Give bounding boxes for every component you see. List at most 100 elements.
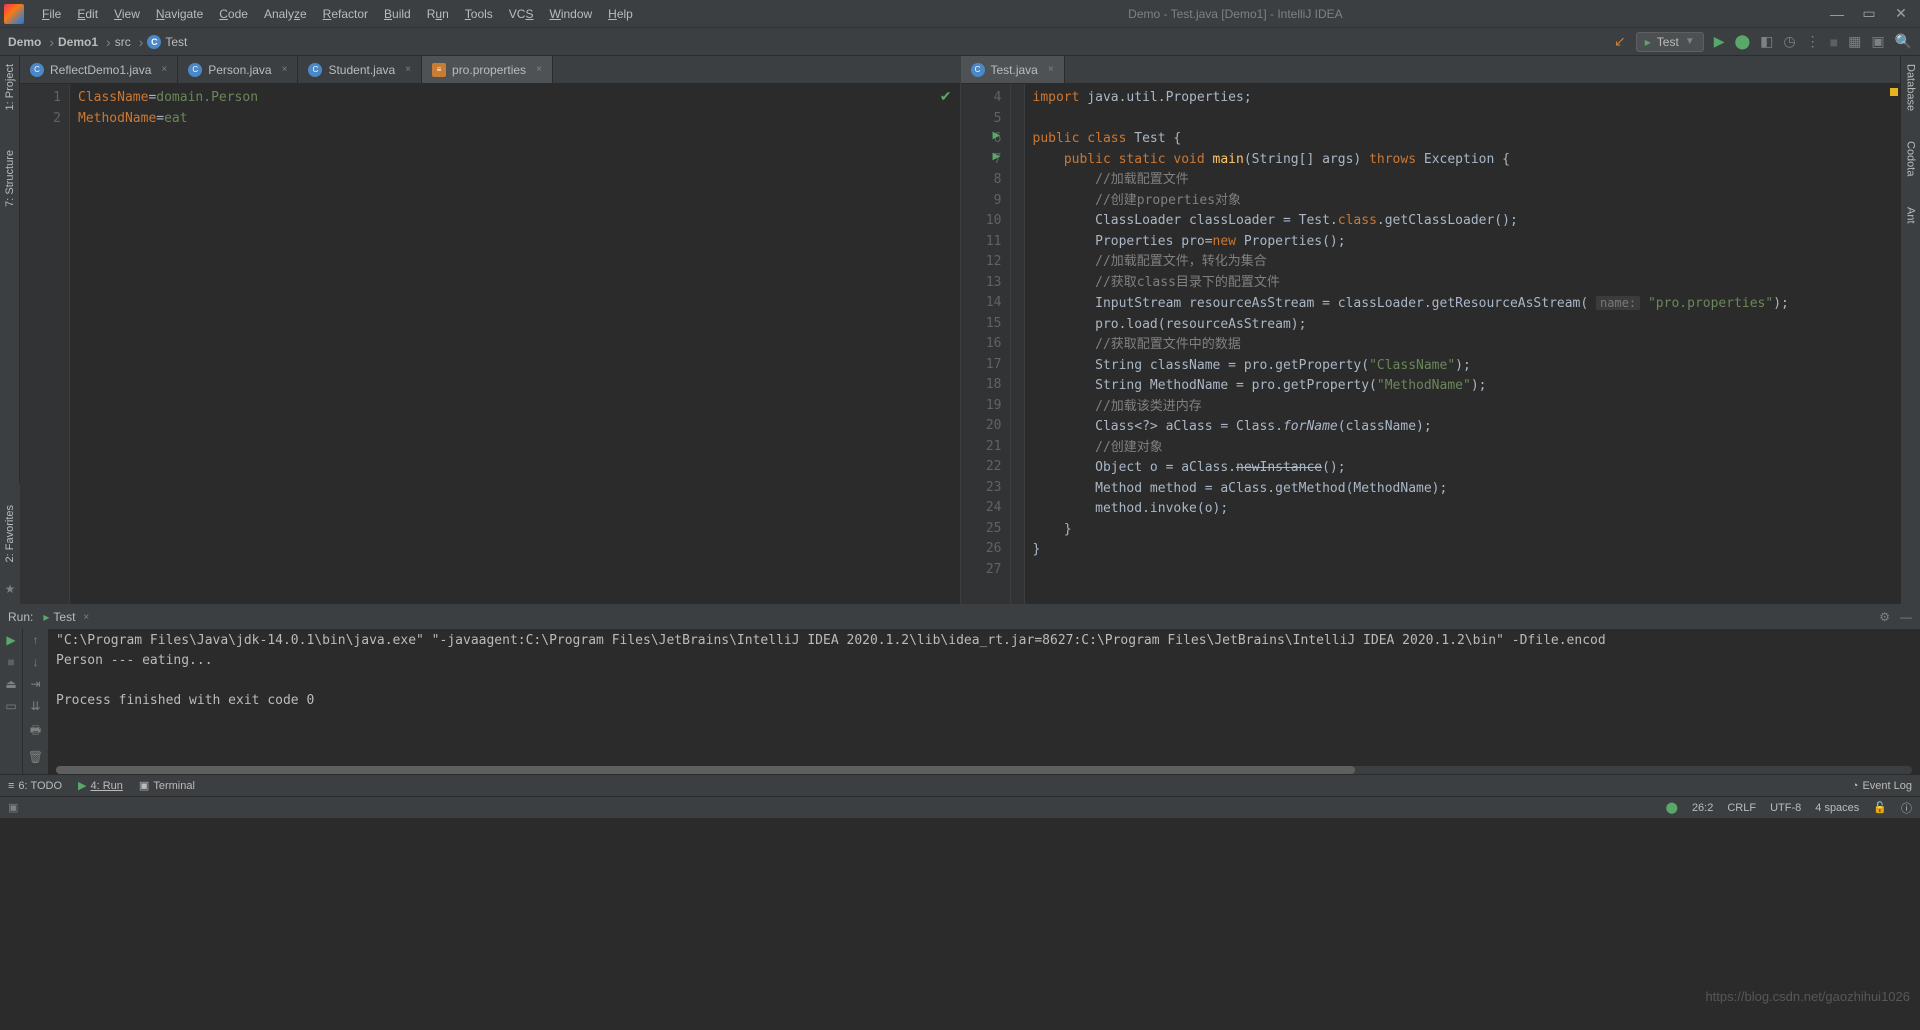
- close-tab-icon[interactable]: ×: [405, 64, 411, 75]
- console-line: Process finished with exit code 0: [56, 693, 314, 708]
- menu-run[interactable]: Run: [419, 3, 457, 25]
- trash-icon[interactable]: 🗑: [28, 750, 43, 764]
- close-tab-icon[interactable]: ×: [282, 64, 288, 75]
- run-line-icon[interactable]: ▶: [993, 130, 1001, 141]
- terminal-tool-button[interactable]: ▣Terminal: [139, 779, 195, 792]
- event-log-button[interactable]: ◔Event Log: [1852, 780, 1912, 792]
- console-output[interactable]: "C:\Program Files\Java\jdk-14.0.1\bin\ja…: [48, 629, 1920, 774]
- run-tab[interactable]: ▸Test×: [43, 610, 89, 624]
- breadcrumb-module[interactable]: Demo1: [58, 35, 98, 49]
- tab-pro-properties[interactable]: ≡pro.properties×: [422, 56, 553, 83]
- file-encoding[interactable]: UTF-8: [1770, 802, 1801, 814]
- debug-icon[interactable]: ⬤: [1735, 33, 1751, 50]
- app-logo-icon: [4, 4, 24, 24]
- java-icon: C: [308, 63, 322, 77]
- line-gutter: 4567891011121314151617181920212223242526…: [961, 84, 1011, 604]
- java-icon: C: [30, 63, 44, 77]
- tab-test-java[interactable]: CTest.java×: [961, 56, 1065, 83]
- menu-code[interactable]: Code: [211, 3, 256, 25]
- git-icon[interactable]: ▦: [1848, 33, 1861, 50]
- todo-tool-button[interactable]: ≡6: TODO: [8, 780, 62, 792]
- breadcrumb-src[interactable]: src: [115, 35, 131, 49]
- tab-person[interactable]: CPerson.java×: [178, 56, 298, 83]
- menu-navigate[interactable]: Navigate: [148, 3, 211, 25]
- close-tab-icon[interactable]: ×: [1048, 64, 1054, 75]
- java-editor[interactable]: 4567891011121314151617181920212223242526…: [961, 84, 1901, 604]
- run-toolbar-2: ↑ ↓ ⇥ ⇊ 🖶 🗑: [22, 629, 48, 774]
- tab-student[interactable]: CStudent.java×: [298, 56, 422, 83]
- warning-marker-icon[interactable]: [1890, 88, 1898, 96]
- menu-vcs[interactable]: VCS: [501, 3, 542, 25]
- close-tab-icon[interactable]: ×: [536, 64, 542, 75]
- code-area[interactable]: ClassName=domain.Person MethodName=eat: [70, 84, 960, 604]
- run-icon[interactable]: ▶: [1714, 33, 1725, 50]
- up-icon[interactable]: ↑: [33, 633, 39, 647]
- back-icon[interactable]: ↙: [1614, 33, 1626, 50]
- run-line-icon[interactable]: ▶: [993, 151, 1001, 162]
- coverage-icon[interactable]: ◧: [1760, 33, 1773, 50]
- menu-refactor[interactable]: Refactor: [315, 3, 376, 25]
- editor-tabs-left: CReflectDemo1.java× CPerson.java× CStude…: [20, 56, 960, 84]
- menu-edit[interactable]: Edit: [69, 3, 106, 25]
- dump-icon[interactable]: ▭: [5, 699, 16, 713]
- line-ending[interactable]: CRLF: [1727, 802, 1756, 814]
- title-bar: File Edit View Navigate Code Analyze Ref…: [0, 0, 1920, 28]
- chevron-right-icon: ›: [139, 34, 144, 50]
- window-title: Demo - Test.java [Demo1] - IntelliJ IDEA: [641, 7, 1830, 21]
- run-config-selector[interactable]: ▸ Test ▼: [1636, 32, 1704, 52]
- minimize-icon[interactable]: —: [1830, 7, 1844, 21]
- stop-icon[interactable]: ■: [1830, 34, 1838, 50]
- menu-analyze[interactable]: Analyze: [256, 3, 315, 25]
- menu-view[interactable]: View: [106, 3, 148, 25]
- attach-icon[interactable]: ⋮: [1806, 33, 1820, 50]
- search-icon[interactable]: 🔍: [1895, 33, 1912, 50]
- run-tool-window: Run: ▸Test× ⚙ — ▶ ■ ⏏ ▭ ↑ ↓ ⇥ ⇊ 🖶 🗑 "C:\…: [0, 604, 1920, 774]
- scroll-icon[interactable]: ⇊: [30, 699, 40, 713]
- status-ok-icon[interactable]: ⬤: [1666, 801, 1678, 814]
- properties-editor[interactable]: 12 ClassName=domain.Person MethodName=ea…: [20, 84, 960, 604]
- menu-file[interactable]: File: [34, 3, 69, 25]
- tab-reflectdemo1[interactable]: CReflectDemo1.java×: [20, 56, 178, 83]
- project-structure-icon[interactable]: ▣: [1871, 33, 1884, 50]
- maximize-icon[interactable]: ▭: [1862, 7, 1876, 21]
- horizontal-scrollbar[interactable]: [56, 766, 1912, 774]
- minimize-panel-icon[interactable]: —: [1900, 610, 1912, 624]
- codota-tool-button[interactable]: Codota: [1905, 141, 1917, 176]
- project-tool-button[interactable]: 1: Project: [4, 64, 16, 110]
- structure-tool-button[interactable]: 7: Structure: [4, 150, 16, 207]
- exit-icon[interactable]: ⏏: [5, 677, 16, 691]
- close-icon[interactable]: ✕: [1894, 7, 1908, 21]
- run-toolbar: ▶ ■ ⏏ ▭: [0, 629, 22, 774]
- print-icon[interactable]: 🖶: [30, 721, 41, 742]
- wrap-icon[interactable]: ⇥: [30, 677, 40, 691]
- cursor-position[interactable]: 26:2: [1692, 802, 1713, 814]
- menu-help[interactable]: Help: [600, 3, 641, 25]
- stop-icon[interactable]: ■: [7, 655, 14, 669]
- gear-icon[interactable]: ⚙: [1879, 610, 1890, 624]
- chevron-right-icon: ›: [106, 34, 111, 50]
- breadcrumb-file[interactable]: CTest: [147, 35, 187, 49]
- lock-icon[interactable]: 🔓: [1873, 801, 1887, 814]
- memory-indicator[interactable]: ⓘ: [1901, 800, 1912, 816]
- menu-window[interactable]: Window: [541, 3, 600, 25]
- editor-tabs-right: CTest.java×: [961, 56, 1901, 84]
- favorites-tool-button[interactable]: 2: Favorites: [4, 505, 16, 562]
- database-tool-button[interactable]: Database: [1905, 64, 1917, 111]
- menu-build[interactable]: Build: [376, 3, 419, 25]
- menu-tools[interactable]: Tools: [457, 3, 501, 25]
- scrollbar-thumb[interactable]: [56, 766, 1355, 774]
- run-tool-button[interactable]: ▶4: Run: [78, 779, 123, 792]
- breadcrumb-root[interactable]: Demo: [8, 35, 41, 49]
- indent-setting[interactable]: 4 spaces: [1815, 802, 1859, 814]
- error-stripe[interactable]: [1888, 84, 1900, 604]
- star-icon[interactable]: ★: [5, 582, 16, 596]
- close-tab-icon[interactable]: ×: [161, 64, 167, 75]
- code-area[interactable]: import java.util.Properties; public clas…: [1025, 84, 1889, 604]
- down-icon[interactable]: ↓: [33, 655, 39, 669]
- fold-gutter[interactable]: ▶ ▶: [1011, 84, 1025, 604]
- navigation-bar: Demo › Demo1 › src › CTest ↙ ▸ Test ▼ ▶ …: [0, 28, 1920, 56]
- tool-windows-icon[interactable]: ▣: [8, 801, 18, 814]
- rerun-icon[interactable]: ▶: [6, 633, 15, 647]
- profile-icon[interactable]: ◷: [1783, 33, 1795, 50]
- ant-tool-button[interactable]: Ant: [1905, 207, 1917, 224]
